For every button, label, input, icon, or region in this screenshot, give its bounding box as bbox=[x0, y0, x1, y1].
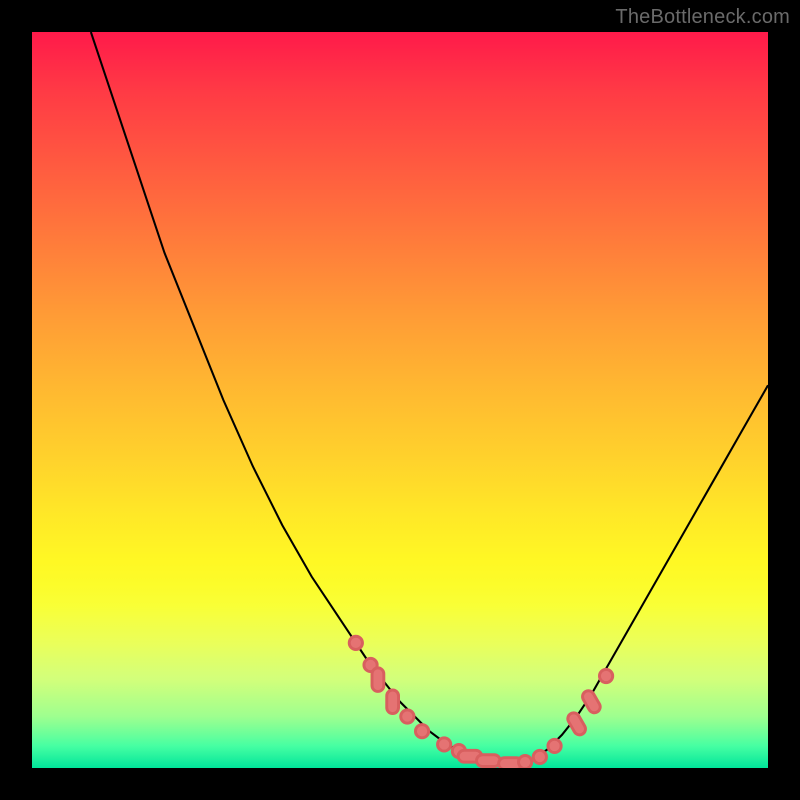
watermark-text: TheBottleneck.com bbox=[615, 6, 790, 29]
marker-group bbox=[349, 636, 612, 768]
curve-marker bbox=[580, 689, 602, 715]
curve-marker bbox=[548, 739, 561, 752]
chart-frame: TheBottleneck.com bbox=[0, 0, 800, 800]
curve-marker bbox=[599, 669, 612, 682]
curve-marker bbox=[349, 636, 362, 649]
plot-area bbox=[32, 32, 768, 768]
curve-marker bbox=[477, 755, 501, 767]
curve-marker bbox=[533, 750, 546, 763]
curve-marker bbox=[438, 738, 451, 751]
curve-marker bbox=[372, 668, 384, 692]
curve-marker bbox=[518, 755, 531, 768]
chart-svg bbox=[32, 32, 768, 768]
curve-marker bbox=[401, 710, 414, 723]
curve-marker bbox=[566, 711, 588, 737]
curve-marker bbox=[415, 725, 428, 738]
curve-marker bbox=[387, 690, 399, 714]
bottleneck-curve-line bbox=[91, 32, 768, 765]
